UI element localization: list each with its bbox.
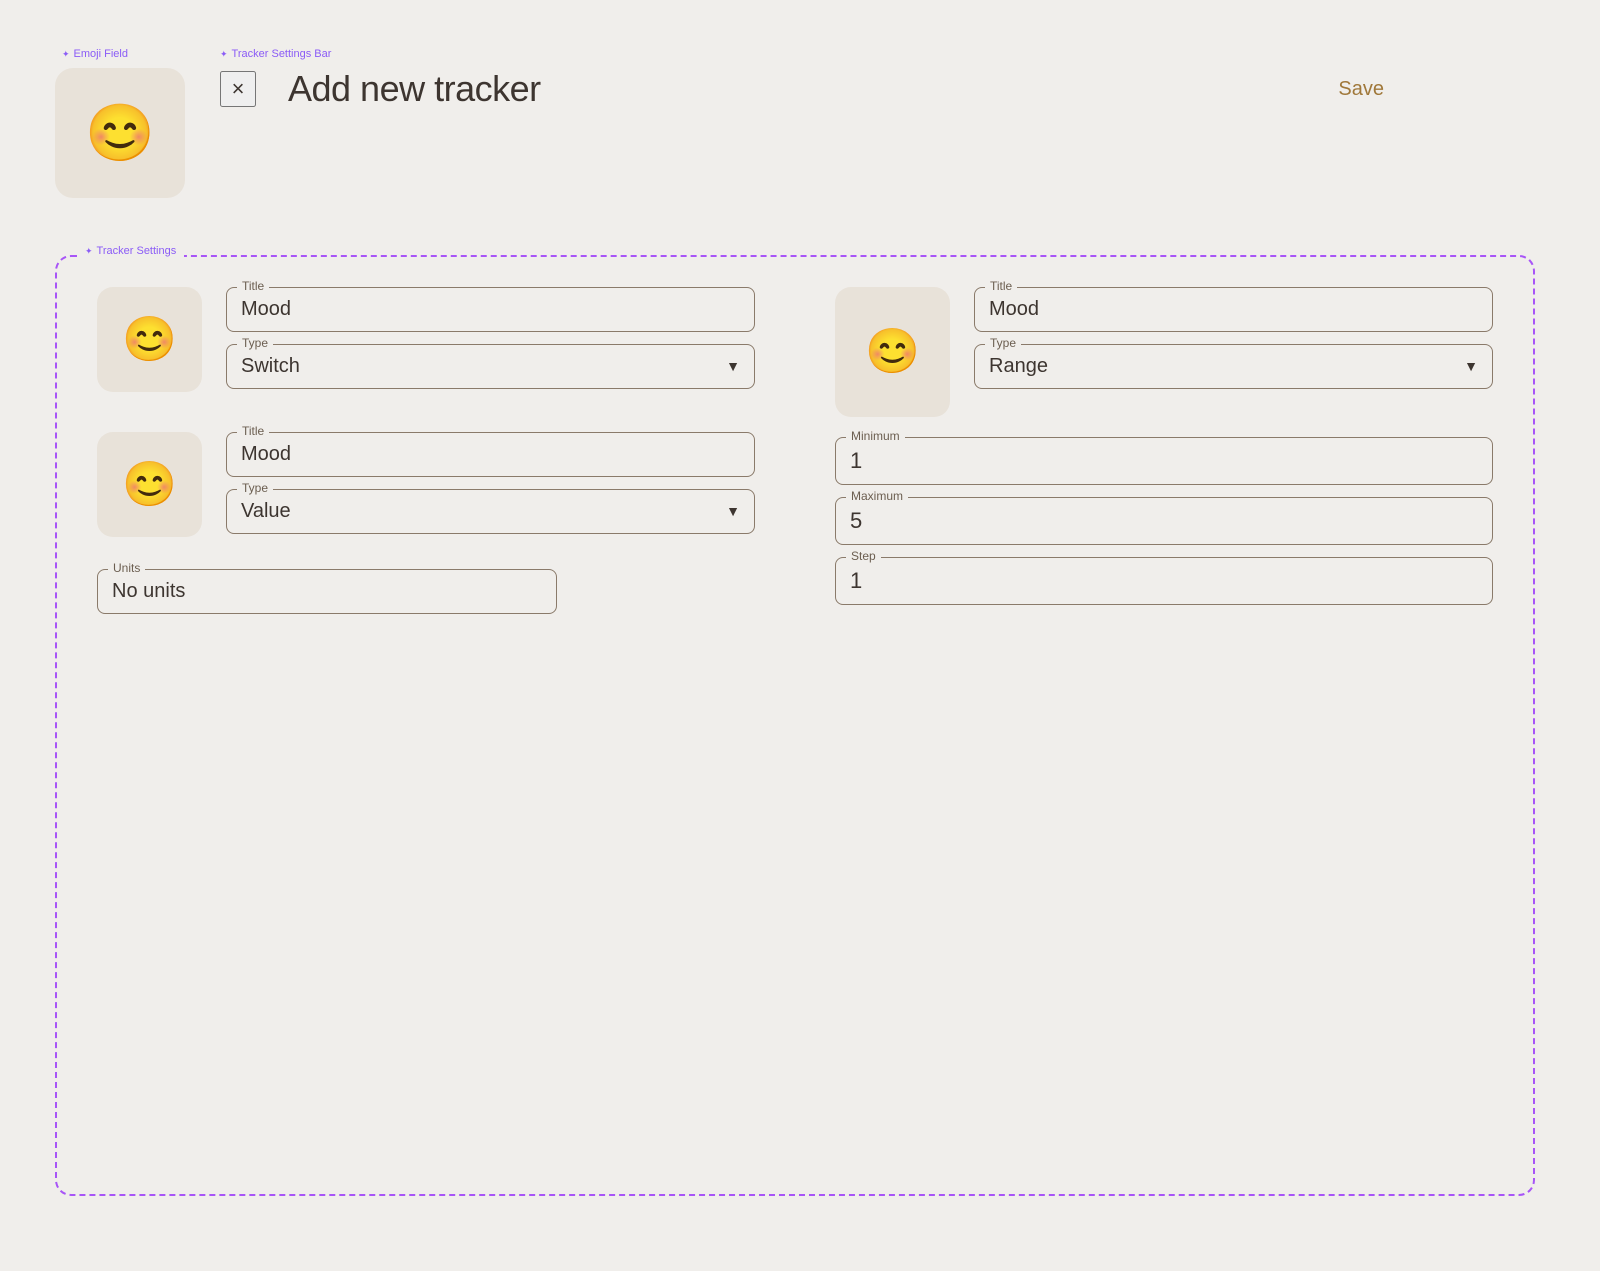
step-value: 1 bbox=[850, 566, 1478, 594]
tracker-switch-fields: Title Mood Type Switch ▼ bbox=[226, 287, 755, 389]
maximum-field[interactable]: Maximum 5 bbox=[835, 497, 1493, 545]
dropdown-arrow-switch: ▼ bbox=[726, 358, 740, 374]
tracker-switch-emoji-icon: 😊 bbox=[122, 318, 177, 362]
tracker-switch-emoji[interactable]: 😊 bbox=[97, 287, 202, 392]
maximum-label: Maximum bbox=[846, 489, 908, 503]
units-field[interactable]: Units No units bbox=[97, 569, 557, 614]
tracker-item-value: 😊 Title Mood Type Value ▼ bbox=[97, 432, 755, 537]
maximum-value: 5 bbox=[850, 506, 1478, 534]
right-type-value: Range bbox=[989, 353, 1048, 378]
right-tracker-header: 😊 Title Mood Type Range ▼ bbox=[835, 287, 1493, 417]
emoji-field[interactable]: 😊 bbox=[55, 68, 185, 198]
page-title: Add new tracker bbox=[288, 68, 541, 110]
tracker-settings-bar-label: Tracker Settings Bar bbox=[220, 48, 331, 60]
tracker-switch-title-label: Title bbox=[237, 279, 269, 293]
tracker-value-emoji-icon: 😊 bbox=[122, 463, 177, 507]
units-label: Units bbox=[108, 561, 145, 575]
tracker-value-type-value: Value bbox=[241, 498, 291, 523]
minimum-field[interactable]: Minimum 1 bbox=[835, 437, 1493, 485]
tracker-settings-bar: × Add new tracker Save bbox=[220, 68, 1400, 110]
minimum-label: Minimum bbox=[846, 429, 905, 443]
right-title-label: Title bbox=[985, 279, 1017, 293]
minimum-value: 1 bbox=[850, 446, 1478, 474]
tracker-switch-type-value: Switch bbox=[241, 353, 300, 378]
tracker-settings-section-label: Tracker Settings bbox=[77, 245, 184, 257]
tracker-value-title-field[interactable]: Title Mood bbox=[226, 432, 755, 477]
emoji-field-label: Emoji Field bbox=[62, 48, 128, 60]
tracker-value-title-value: Mood bbox=[241, 441, 740, 466]
range-fields: Minimum 1 Maximum 5 Step 1 bbox=[835, 437, 1493, 605]
dropdown-arrow-range: ▼ bbox=[1464, 358, 1478, 374]
units-value: No units bbox=[112, 578, 542, 603]
right-tracker-fields: Title Mood Type Range ▼ bbox=[974, 287, 1493, 389]
tracker-value-fields: Title Mood Type Value ▼ bbox=[226, 432, 755, 534]
tracker-switch-type-label: Type bbox=[237, 336, 273, 350]
emoji-field-icon: 😊 bbox=[85, 105, 155, 161]
right-title-value: Mood bbox=[989, 296, 1478, 321]
tracker-value-type-field[interactable]: Type Value ▼ bbox=[226, 489, 755, 534]
tracker-switch-title-field[interactable]: Title Mood bbox=[226, 287, 755, 332]
tracker-value-title-label: Title bbox=[237, 424, 269, 438]
tracker-switch-type-field[interactable]: Type Switch ▼ bbox=[226, 344, 755, 389]
units-section: Units No units bbox=[97, 569, 755, 614]
tracker-value-type-label: Type bbox=[237, 481, 273, 495]
tracker-settings-section: Tracker Settings 😊 Title Mood Type Switc… bbox=[55, 255, 1535, 1196]
right-tracker-emoji-icon: 😊 bbox=[865, 330, 920, 374]
right-title-field[interactable]: Title Mood bbox=[974, 287, 1493, 332]
close-button[interactable]: × bbox=[220, 71, 256, 107]
step-field[interactable]: Step 1 bbox=[835, 557, 1493, 605]
right-tracker-emoji[interactable]: 😊 bbox=[835, 287, 950, 417]
save-button[interactable]: Save bbox=[1322, 70, 1400, 109]
dropdown-arrow-value: ▼ bbox=[726, 503, 740, 519]
tracker-switch-title-value: Mood bbox=[241, 296, 740, 321]
right-type-field[interactable]: Type Range ▼ bbox=[974, 344, 1493, 389]
left-column: 😊 Title Mood Type Switch ▼ bbox=[97, 287, 755, 1164]
tracker-item-switch: 😊 Title Mood Type Switch ▼ bbox=[97, 287, 755, 392]
tracker-value-emoji[interactable]: 😊 bbox=[97, 432, 202, 537]
right-column: 😊 Title Mood Type Range ▼ M bbox=[835, 287, 1493, 1164]
right-type-label: Type bbox=[985, 336, 1021, 350]
step-label: Step bbox=[846, 549, 881, 563]
